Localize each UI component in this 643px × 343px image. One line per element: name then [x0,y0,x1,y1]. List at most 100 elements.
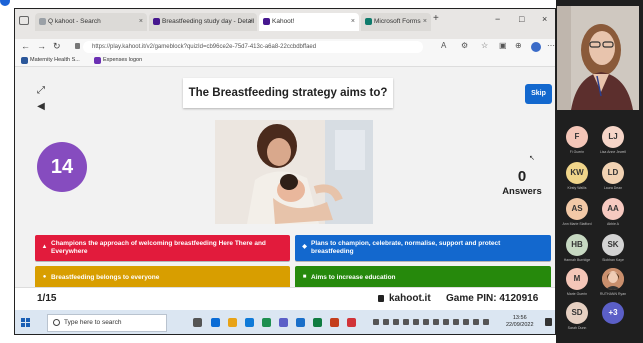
tab-label: Kahoot! [272,18,295,25]
taskbar-clock[interactable]: 13:56 22/09/2022 [506,315,534,329]
tray-icon[interactable] [423,319,429,325]
excel-icon[interactable] [313,318,322,327]
more-count-badge: +3 [602,302,624,324]
search-favicon-icon [39,18,46,25]
outlook-icon[interactable] [245,318,254,327]
notifications-icon[interactable] [545,318,552,326]
bookmark-icon [94,57,101,64]
wifi-icon[interactable] [463,319,469,325]
participant-name: Ann Marie Stafford [562,222,592,226]
answers-number: 0 [517,168,527,185]
search-icon [53,319,60,326]
tab-actions-icon[interactable] [19,16,29,25]
tray-icon[interactable] [373,319,379,325]
game-footer: 1/15 kahoot.it Game PIN: 4120916 [15,287,555,310]
participant-name: Lisa Anne Jewell [599,150,627,154]
participant-name: Abbie A [606,222,620,226]
tab-label: Breastfeeding study day - Detail [162,18,255,25]
chrome-icon[interactable] [262,318,271,327]
close-icon[interactable]: × [423,13,427,31]
tray-icon[interactable] [413,319,419,325]
game-pin: Game PIN: 4120916 [446,293,539,304]
avatar: LJ [602,126,624,148]
edge-icon[interactable] [211,318,220,327]
answer-option-blue[interactable]: ◆ Plans to champion, celebrate, normalis… [295,235,551,261]
skip-button[interactable]: Skip [525,84,552,104]
battery-icon[interactable] [483,319,489,325]
new-tab-icon[interactable]: + [433,13,439,24]
tray-icon[interactable] [403,319,409,325]
acrobat-icon[interactable] [347,318,356,327]
tray-icon[interactable] [383,319,389,325]
tray-icon[interactable] [393,319,399,325]
powerpoint-icon[interactable] [330,318,339,327]
triangle-icon: ▲ [41,244,48,250]
fullscreen-icon[interactable]: ⤢ [35,85,47,97]
back-icon[interactable]: ← [21,41,30,51]
avatar: LD [602,162,624,184]
bookmark-icon [21,57,28,64]
favorite-link[interactable]: Maternity Health S... [30,57,80,63]
avatar: F [566,126,588,148]
speaker-icon[interactable] [473,319,479,325]
tray-icon[interactable] [443,319,449,325]
read-aloud-icon[interactable]: A [441,41,446,50]
sync-icon[interactable]: ⊕ [515,41,522,50]
presenter-webcam [557,6,639,110]
browser-tab-bar: Q kahoot - Search × Breastfeeding study … [15,9,555,39]
participant-name: Hannah Burridge [563,258,591,262]
close-icon[interactable]: × [249,13,253,31]
tab-kahoot[interactable]: Kahoot! × [259,13,359,31]
windows-start-icon[interactable] [21,318,31,328]
forward-icon[interactable]: → [37,41,46,51]
word-icon[interactable] [296,318,305,327]
close-icon[interactable]: × [351,13,355,31]
refresh-icon[interactable]: ↻ [53,41,61,52]
favorite-star-icon[interactable]: ☆ [481,41,488,50]
windows-taskbar: Type here to search 13:56 22/09/2022 [15,310,555,334]
countdown-timer: 14 [37,142,87,192]
maximize-icon[interactable]: □ [519,14,524,24]
more-icon[interactable]: ⋯ [547,41,555,50]
url-input[interactable]: https://play.kahoot.it/v2/gameblock?quiz… [83,41,423,53]
tab-forms[interactable]: Microsoft Forms × [361,13,431,31]
minimize-icon[interactable]: − [495,14,500,24]
file-explorer-icon[interactable] [228,318,237,327]
mouse-cursor-icon: ↖ [529,155,535,162]
tray-icon[interactable] [433,319,439,325]
close-icon[interactable]: × [139,13,143,31]
shared-screen: Q kahoot - Search × Breastfeeding study … [14,8,556,335]
answers-label: Answers [502,186,542,197]
question-counter: 1/15 [37,293,57,304]
tray-icon[interactable] [453,319,459,325]
answer-option-yellow[interactable]: ● Breastfeeding belongs to everyone [35,266,290,289]
avatar-photo [602,268,624,290]
screen-capture: Q kahoot - Search × Breastfeeding study … [0,0,643,343]
favorite-link[interactable]: Expenses logon [103,57,142,63]
tab-search[interactable]: Q kahoot - Search × [35,13,147,31]
question-title: The Breastfeeding strategy aims to? [183,78,393,108]
avatar: AA [602,198,624,220]
lock-icon [75,43,80,49]
extensions-icon[interactable]: ⚙ [461,41,468,50]
teams-icon[interactable] [279,318,288,327]
search-placeholder: Type here to search [64,319,122,326]
kahoot-url: kahoot.it [389,293,431,304]
address-bar: ← → ↻ https://play.kahoot.it/v2/gamebloc… [15,39,555,55]
collections-icon[interactable]: ▣ [499,41,507,50]
avatar: M [566,268,588,290]
kahoot-favicon-icon [263,18,270,25]
volume-icon[interactable]: ◀ [35,101,47,113]
task-view-icon[interactable] [193,318,202,327]
participant-name: Fi Guerin [569,150,585,154]
participant-name: Laura Dean [603,186,623,190]
answer-option-red[interactable]: ▲ Champions the approach of welcoming br… [35,235,290,261]
participant-name: Sarah Dunn [567,326,587,330]
profile-avatar[interactable] [531,42,541,52]
tab-label: Microsoft Forms [374,18,421,25]
answer-option-green[interactable]: ■ Aims to increase education [295,266,551,289]
tab-study-day[interactable]: Breastfeeding study day - Detail × [149,13,257,31]
taskbar-search-input[interactable]: Type here to search [47,314,167,332]
close-window-icon[interactable]: × [542,14,547,24]
answers-counter: 0 Answers [500,168,544,197]
